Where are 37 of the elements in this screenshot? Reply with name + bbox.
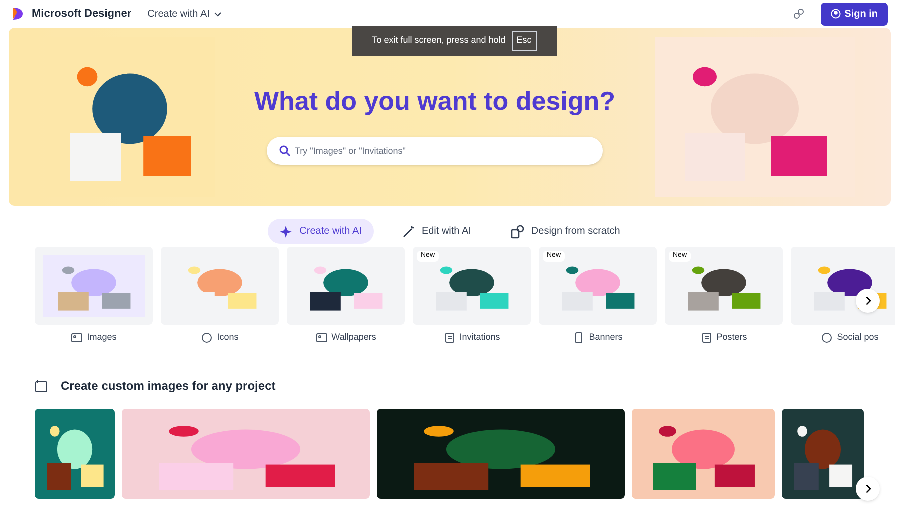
category-card[interactable]	[287, 247, 405, 325]
category-icon	[573, 332, 586, 344]
search-icon	[279, 144, 291, 156]
person-icon	[830, 9, 841, 19]
logo-icon	[12, 7, 24, 21]
next-button[interactable]	[856, 477, 880, 501]
mode-tab[interactable]: Design from scratch	[499, 219, 632, 244]
sparkle-icon	[280, 224, 294, 238]
category-label: Banners	[589, 331, 623, 344]
category-card[interactable]	[791, 247, 895, 325]
sign-in-button[interactable]: Sign in	[820, 2, 888, 26]
link-icon[interactable]	[792, 8, 805, 20]
section-title: Create custom images for any project	[61, 378, 276, 394]
hero-title: What do you want to design?	[254, 84, 616, 118]
category-icon	[316, 332, 328, 344]
category-icon	[700, 332, 713, 344]
create-with-ai-menu[interactable]: Create with AI	[148, 6, 222, 22]
search-field[interactable]: Try "Images" or "Invitations"	[267, 136, 603, 164]
category-icon	[201, 332, 214, 344]
category-icon	[71, 332, 84, 344]
notice-text: To exit full screen, press and hold	[372, 34, 506, 48]
mode-tab[interactable]: Edit with AI	[390, 219, 484, 244]
category-label: Posters	[716, 331, 748, 344]
wand-icon	[402, 224, 416, 238]
category-label: Social pos	[837, 331, 879, 344]
brand-name: Microsoft Designer	[32, 6, 132, 22]
shapes-icon	[511, 224, 526, 238]
category-label: Images	[87, 331, 117, 344]
category-label: Invitations	[460, 331, 500, 344]
mode-tab[interactable]: Create with AI	[268, 219, 374, 244]
chevron-down-icon	[214, 10, 222, 18]
esc-key: Esc	[512, 31, 537, 51]
category-label: Wallpapers	[332, 331, 376, 344]
category-icon	[821, 332, 834, 344]
category-icon	[444, 332, 456, 344]
image-sparkle-icon	[35, 378, 49, 392]
category-label: Icons	[217, 331, 239, 344]
